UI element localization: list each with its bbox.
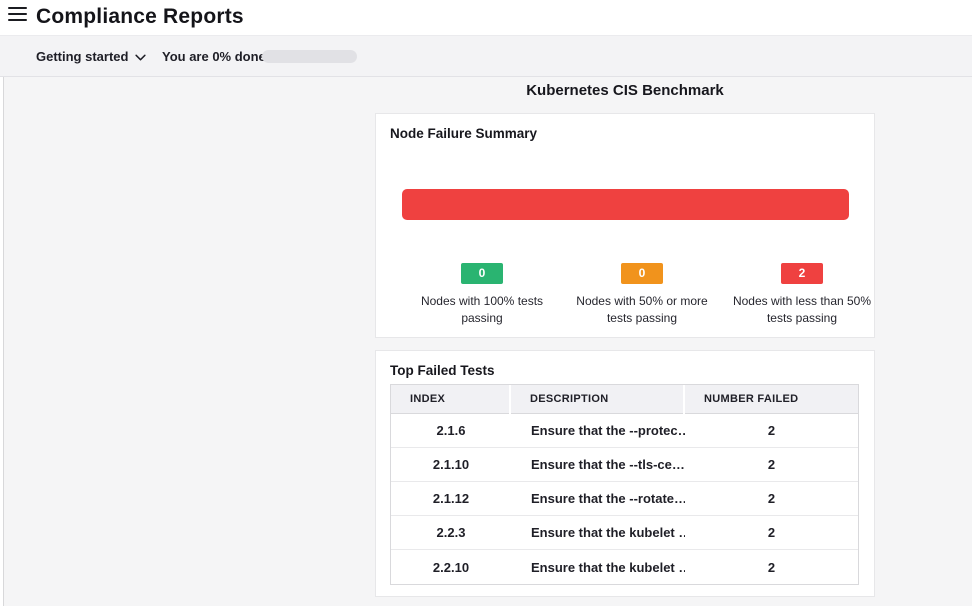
stat-badge-green: 0 xyxy=(461,263,503,284)
table-header-row: INDEX DESCRIPTION NUMBER FAILED xyxy=(391,385,858,414)
cell-index: 2.1.6 xyxy=(391,414,511,447)
compliance-reports-screen: Compliance Reports Getting started You a… xyxy=(0,0,972,606)
chevron-down-icon xyxy=(135,54,146,61)
column-header-number-failed: NUMBER FAILED xyxy=(685,385,858,414)
stat-passing-50-or-more: 0 Nodes with 50% or more tests passing xyxy=(562,263,722,327)
stat-passing-100: 0 Nodes with 100% tests passing xyxy=(402,263,562,327)
node-failure-bar xyxy=(402,189,849,220)
cell-description: Ensure that the --protec… xyxy=(511,414,685,447)
report-title: Kubernetes CIS Benchmark xyxy=(375,82,875,99)
progress-text: You are 0% done xyxy=(162,36,266,76)
cell-index: 2.2.3 xyxy=(391,516,511,549)
table-row: 2.1.6 Ensure that the --protec… 2 xyxy=(391,414,858,448)
stat-passing-less-50: 2 Nodes with less than 50% tests passing xyxy=(722,263,882,327)
getting-started-label: Getting started xyxy=(36,49,128,64)
node-failure-summary-title: Node Failure Summary xyxy=(390,126,537,141)
table-row: 2.1.10 Ensure that the --tls-ce… 2 xyxy=(391,448,858,482)
top-header: Compliance Reports xyxy=(0,0,972,35)
cell-index: 2.1.10 xyxy=(391,448,511,481)
page-title: Compliance Reports xyxy=(36,0,244,35)
stat-badge-orange: 0 xyxy=(621,263,663,284)
cell-number-failed: 2 xyxy=(685,414,858,447)
cell-description: Ensure that the kubelet … xyxy=(511,516,685,549)
cell-description: Ensure that the --rotate… xyxy=(511,482,685,515)
progress-bar xyxy=(262,50,357,63)
cell-description: Ensure that the --tls-ce… xyxy=(511,448,685,481)
cell-index: 2.2.10 xyxy=(391,550,511,584)
node-failure-summary-card: Node Failure Summary 0 Nodes with 100% t… xyxy=(375,113,875,338)
getting-started-dropdown[interactable]: Getting started xyxy=(36,36,146,76)
top-failed-tests-card: Top Failed Tests INDEX DESCRIPTION NUMBE… xyxy=(375,350,875,597)
stat-label: Nodes with 100% tests passing xyxy=(402,293,562,327)
cell-number-failed: 2 xyxy=(685,448,858,481)
cell-description: Ensure that the kubelet … xyxy=(511,550,685,584)
table-row: 2.1.12 Ensure that the --rotate… 2 xyxy=(391,482,858,516)
stat-label: Nodes with less than 50% tests passing xyxy=(722,293,882,327)
table-row: 2.2.10 Ensure that the kubelet … 2 xyxy=(391,550,858,584)
top-failed-tests-table: INDEX DESCRIPTION NUMBER FAILED 2.1.6 En… xyxy=(390,384,859,585)
cell-number-failed: 2 xyxy=(685,550,858,584)
top-failed-tests-title: Top Failed Tests xyxy=(390,363,495,378)
column-header-index: INDEX xyxy=(391,385,509,414)
cell-number-failed: 2 xyxy=(685,482,858,515)
node-failure-stats: 0 Nodes with 100% tests passing 0 Nodes … xyxy=(402,263,849,327)
getting-started-banner: Getting started You are 0% done xyxy=(0,35,972,77)
cell-number-failed: 2 xyxy=(685,516,858,549)
cell-index: 2.1.12 xyxy=(391,482,511,515)
table-row: 2.2.3 Ensure that the kubelet … 2 xyxy=(391,516,858,550)
report-content: Kubernetes CIS Benchmark Node Failure Su… xyxy=(0,77,972,606)
left-panel-edge xyxy=(0,77,4,606)
stat-badge-red: 2 xyxy=(781,263,823,284)
stat-label: Nodes with 50% or more tests passing xyxy=(562,293,722,327)
menu-icon[interactable] xyxy=(8,7,27,21)
column-header-description: DESCRIPTION xyxy=(511,385,683,414)
